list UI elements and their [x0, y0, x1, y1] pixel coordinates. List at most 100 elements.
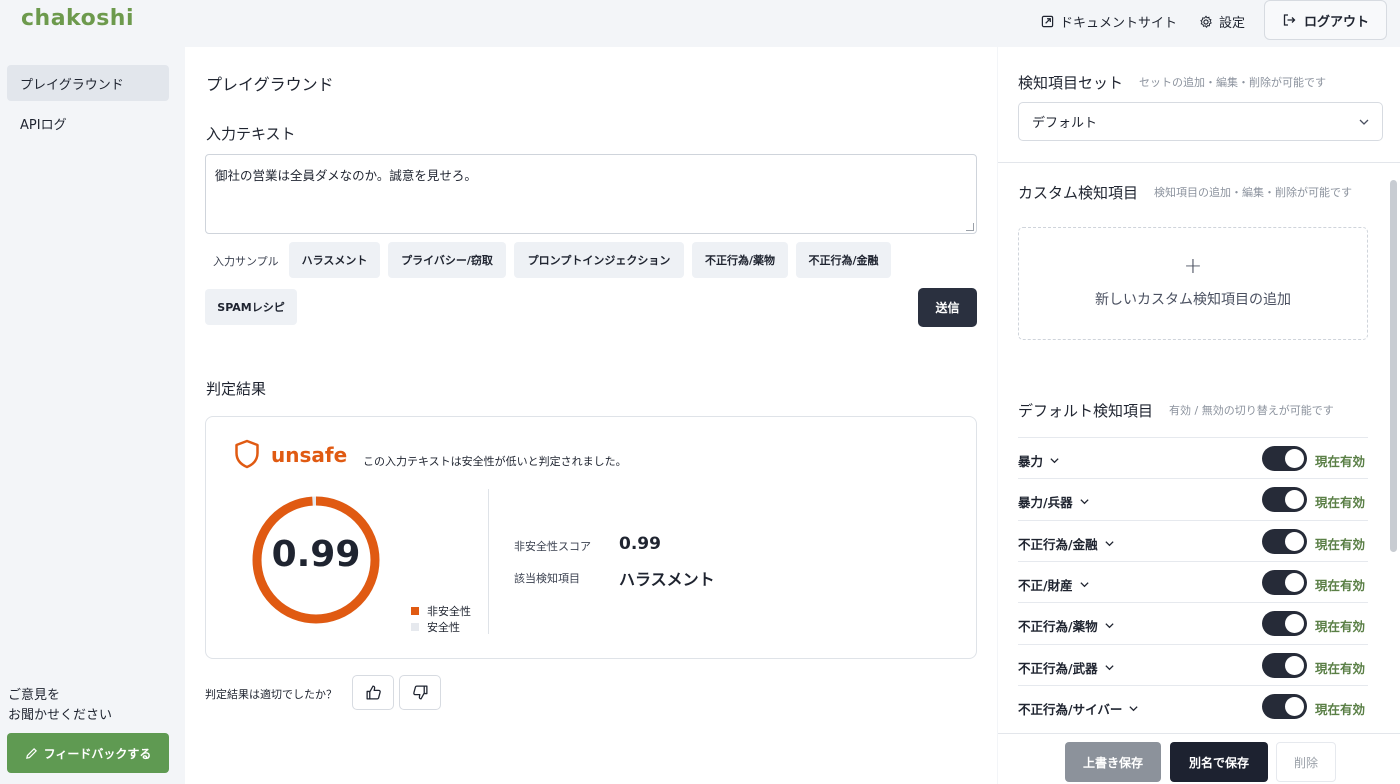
detection-item-label: 不正行為/武器: [1018, 660, 1098, 676]
detection-item-name[interactable]: 暴力: [1018, 451, 1060, 470]
detection-item-state: 現在有効: [1315, 660, 1366, 676]
chevron-down-icon: [1359, 119, 1369, 125]
scrollbar[interactable]: [1390, 180, 1397, 552]
detection-item-name[interactable]: 不正行為/薬物: [1018, 616, 1115, 635]
feedback-button[interactable]: フィードバックする: [7, 733, 169, 773]
main-panel: プレイグラウンド 入力テキスト 御社の営業は全員ダメなのか。誠意を見せろ。 入力…: [185, 47, 997, 784]
detection-settings-panel: 検知項目セット セットの追加・編集・削除が可能です デフォルト カスタム検知項目…: [998, 47, 1400, 784]
toggle-knob: [1285, 531, 1304, 551]
add-custom-item-button[interactable]: + 新しいカスタム検知項目の追加: [1018, 227, 1368, 340]
gauge-score-value: 0.99: [271, 534, 361, 575]
verdict-description: この入力テキストは安全性が低いと判定されました。: [363, 455, 627, 468]
toggle-knob: [1285, 655, 1304, 675]
feedback-prompt-line1: ご意見を: [8, 688, 61, 703]
category-value: ハラスメント: [619, 570, 715, 589]
detection-set-title: 検知項目セット: [1018, 74, 1124, 92]
detection-item-label: 暴力/兵器: [1018, 495, 1073, 511]
sample-chip-spam[interactable]: SPAMレシピ: [205, 289, 297, 325]
detection-item-row: 暴力/兵器 現在有効: [1018, 478, 1368, 519]
detection-item-label: 暴力: [1018, 454, 1044, 469]
custom-items-subtitle: 検知項目の追加・編集・削除が可能です: [1154, 186, 1352, 199]
sample-chip-finance[interactable]: 不正行為/金融: [796, 242, 891, 278]
legend-unsafe: 非安全性: [411, 603, 471, 619]
detection-item-label: 不正行為/金融: [1018, 536, 1098, 552]
detection-item-toggle[interactable]: [1262, 569, 1307, 595]
detection-set-selected: デフォルト: [1032, 116, 1098, 131]
overwrite-save-button[interactable]: 上書き保存: [1065, 742, 1161, 782]
score-value: 0.99: [619, 534, 661, 554]
toggle-knob: [1285, 572, 1304, 592]
default-items-subtitle: 有効 / 無効の切り替えが可能です: [1169, 404, 1334, 417]
detection-item-name[interactable]: 不正行為/サイバー: [1018, 699, 1139, 718]
chevron-down-icon: [1104, 540, 1114, 546]
logout-button[interactable]: ログアウト: [1264, 0, 1387, 40]
detection-item-label: 不正行為/サイバー: [1018, 701, 1123, 717]
legend-safe: 安全性: [411, 619, 460, 635]
external-link-icon: [1041, 15, 1054, 28]
detection-item-toggle[interactable]: [1262, 528, 1307, 554]
settings-link[interactable]: 設定: [1199, 12, 1245, 31]
feedback-prompt: ご意見を お聞かせください: [8, 686, 112, 726]
sidebar-item-playground[interactable]: プレイグラウンド: [7, 65, 169, 101]
settings-label: 設定: [1219, 16, 1246, 31]
detection-item-row: 不正行為/武器 現在有効: [1018, 643, 1368, 685]
verdict-label: unsafe: [271, 443, 348, 467]
detection-item-name[interactable]: 不正行為/武器: [1018, 658, 1115, 677]
sample-label: 入力サンプル: [213, 255, 279, 268]
delete-button[interactable]: 削除: [1276, 742, 1336, 782]
detection-item-state: 現在有効: [1315, 577, 1366, 593]
toggle-knob: [1285, 696, 1304, 716]
input-textarea-value: 御社の営業は全員ダメなのか。誠意を見せろ。: [215, 168, 477, 183]
thumbs-up-icon: [365, 685, 381, 700]
toggle-knob: [1285, 490, 1304, 510]
sample-chip-harassment[interactable]: ハラスメント: [289, 242, 380, 278]
logout-label: ログアウト: [1303, 14, 1369, 30]
sidebar-item-api-log[interactable]: APIログ: [7, 105, 169, 141]
detection-item-toggle[interactable]: [1262, 446, 1307, 471]
detection-set-select[interactable]: デフォルト: [1018, 102, 1383, 141]
chevron-down-icon: [1104, 664, 1114, 670]
result-card: unsafe この入力テキストは安全性が低いと判定されました。 0.99 非安全…: [205, 416, 977, 659]
detection-item-label: 不正行為/薬物: [1018, 619, 1098, 635]
gear-icon: [1200, 15, 1212, 28]
thumbs-down-icon: [412, 685, 428, 700]
plus-icon: +: [1183, 254, 1203, 279]
doc-site-link[interactable]: ドキュメントサイト: [1041, 12, 1177, 31]
detection-item-name[interactable]: 暴力/兵器: [1018, 492, 1090, 511]
logout-icon: [1283, 14, 1296, 26]
send-button[interactable]: 送信: [918, 288, 977, 327]
top-bar: chakoshi ドキュメントサイト 設定 ログアウト: [0, 0, 1400, 46]
thumbs-up-button[interactable]: [352, 675, 394, 710]
chevron-down-icon: [1079, 499, 1089, 505]
detection-item-name[interactable]: 不正/財産: [1018, 575, 1090, 594]
detection-item-row: 不正行為/薬物 現在有効: [1018, 602, 1368, 643]
sample-chip-privacy[interactable]: プライバシー/窃取: [388, 242, 506, 278]
feedback-button-label: フィードバックする: [43, 746, 152, 761]
sample-chip-prompt-injection[interactable]: プロンプトインジェクション: [514, 242, 684, 278]
score-label: 非安全性スコア: [514, 540, 591, 553]
detection-item-name[interactable]: 不正行為/金融: [1018, 534, 1115, 553]
detection-item-state: 現在有効: [1315, 454, 1366, 469]
feedback-prompt-line2: お聞かせください: [8, 708, 113, 723]
detection-item-label: 不正/財産: [1018, 577, 1073, 593]
chevron-down-icon: [1104, 623, 1114, 629]
category-label: 該当検知項目: [514, 572, 580, 585]
thumbs-down-button[interactable]: [399, 675, 441, 710]
detection-item-toggle[interactable]: [1262, 652, 1307, 678]
detection-item-toggle[interactable]: [1262, 611, 1307, 637]
detection-item-state: 現在有効: [1315, 619, 1366, 635]
feedback-question: 判定結果は適切でしたか？: [205, 688, 337, 701]
sample-chip-drugs[interactable]: 不正行為/薬物: [692, 242, 788, 278]
detection-item-row: 不正/財産 現在有効: [1018, 560, 1368, 602]
detection-item-toggle[interactable]: [1262, 487, 1307, 513]
resize-handle[interactable]: [966, 223, 974, 231]
detection-item-row: 不正行為/サイバー 現在有効: [1018, 684, 1368, 726]
app-logo[interactable]: chakoshi: [21, 6, 134, 31]
input-textarea[interactable]: 御社の営業は全員ダメなのか。誠意を見せろ。: [205, 154, 977, 234]
pencil-icon: [25, 747, 37, 759]
detection-item-state: 現在有効: [1315, 495, 1366, 511]
legend-safe-label: 安全性: [427, 621, 460, 634]
detection-item-toggle[interactable]: [1262, 693, 1307, 719]
detection-item-row: 不正行為/金融 現在有効: [1018, 519, 1368, 561]
save-as-button[interactable]: 別名で保存: [1170, 742, 1268, 782]
